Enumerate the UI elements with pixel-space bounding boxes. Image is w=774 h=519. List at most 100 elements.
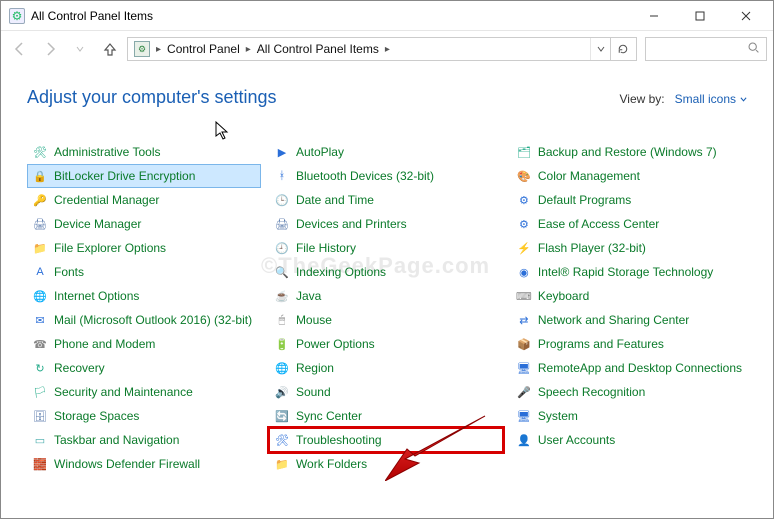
item-date-and-time[interactable]: 🕒Date and Time: [269, 188, 503, 212]
item-flash-player[interactable]: ⚡Flash Player (32-bit): [511, 236, 747, 260]
item-file-history[interactable]: 🕘File History: [269, 236, 503, 260]
item-power-options[interactable]: 🔋Power Options: [269, 332, 503, 356]
item-fonts[interactable]: AFonts: [27, 260, 261, 284]
item-speech-recognition[interactable]: 🎤Speech Recognition: [511, 380, 747, 404]
item-phone-and-modem[interactable]: ☎Phone and Modem: [27, 332, 261, 356]
remoteapp-icon: 🖥: [516, 360, 532, 376]
viewby-label: View by:: [619, 92, 664, 106]
item-recovery[interactable]: ↻Recovery: [27, 356, 261, 380]
item-bluetooth-devices[interactable]: ᚼ Bluetooth Devices (32-bit): [269, 164, 503, 188]
chevron-right-icon[interactable]: ▸: [154, 44, 163, 55]
internet-options-icon: 🌐: [32, 288, 48, 304]
item-label: Fonts: [54, 265, 84, 279]
flash-player-icon: ⚡: [516, 240, 532, 256]
storage-spaces-icon: 🗄: [32, 408, 48, 424]
phone-and-modem-icon: ☎: [32, 336, 48, 352]
search-input[interactable]: [645, 37, 767, 61]
item-label: Intel® Rapid Storage Technology: [538, 265, 713, 279]
item-internet-options[interactable]: 🌐 Internet Options: [27, 284, 261, 308]
breadcrumb-root[interactable]: Control Panel: [163, 38, 244, 60]
chevron-down-icon: [740, 96, 747, 103]
chevron-right-icon[interactable]: ▸: [244, 44, 253, 55]
item-sound[interactable]: 🔊Sound: [269, 380, 503, 404]
nav-recent-button[interactable]: [67, 36, 93, 62]
item-mouse[interactable]: 🖱 Mouse: [269, 308, 503, 332]
item-bitlocker-drive-encryption[interactable]: 🔒BitLocker Drive Encryption: [27, 164, 261, 188]
mail-icon: ✉: [32, 312, 48, 328]
item-device-manager[interactable]: 🖨Device Manager: [27, 212, 261, 236]
item-region[interactable]: 🌐Region: [269, 356, 503, 380]
bluetooth-devices-icon: ᚼ: [274, 168, 290, 184]
item-administrative-tools[interactable]: 🛠Administrative Tools: [27, 140, 261, 164]
item-label: Network and Sharing Center: [538, 313, 689, 327]
control-panel-addr-icon: ⚙: [134, 41, 150, 57]
items-column: ▶AutoPlay ᚼ Bluetooth Devices (32-bit) 🕒Dat…: [269, 140, 503, 476]
item-label: Administrative Tools: [54, 145, 161, 159]
item-default-programs[interactable]: ⚙ Default Programs: [511, 188, 747, 212]
item-sync-center[interactable]: 🔄Sync Center: [269, 404, 503, 428]
item-devices-and-printers[interactable]: 🖨Devices and Printers: [269, 212, 503, 236]
item-label: Keyboard: [538, 289, 589, 303]
item-credential-manager[interactable]: 🔑Credential Manager: [27, 188, 261, 212]
nav-up-button[interactable]: [97, 36, 123, 62]
chevron-right-icon[interactable]: ▸: [383, 44, 392, 55]
item-system[interactable]: 🖥System: [511, 404, 747, 428]
items-grid: 🛠Administrative Tools🔒BitLocker Drive En…: [27, 140, 747, 476]
address-bar[interactable]: ⚙ ▸ Control Panel ▸ All Control Panel It…: [127, 37, 637, 61]
item-intel-rapid-storage[interactable]: ◉Intel® Rapid Storage Technology: [511, 260, 747, 284]
item-mail[interactable]: ✉Mail (Microsoft Outlook 2016) (32-bit): [27, 308, 261, 332]
item-storage-spaces[interactable]: 🗄 Storage Spaces: [27, 404, 261, 428]
search-icon: [747, 41, 760, 57]
nav-forward-button[interactable]: [37, 36, 63, 62]
item-remoteapp[interactable]: 🖥RemoteApp and Desktop Connections: [511, 356, 747, 380]
viewby-dropdown[interactable]: Small icons: [675, 92, 747, 106]
nav-back-button[interactable]: [7, 36, 33, 62]
item-label: Devices and Printers: [296, 217, 407, 231]
item-java[interactable]: ☕Java: [269, 284, 503, 308]
item-backup-and-restore[interactable]: 🗂 Backup and Restore (Windows 7): [511, 140, 747, 164]
item-security-and-maintenance[interactable]: 🏳Security and Maintenance: [27, 380, 261, 404]
recovery-icon: ↻: [32, 360, 48, 376]
item-keyboard[interactable]: ⌨Keyboard: [511, 284, 747, 308]
item-taskbar-and-navigation[interactable]: ▭Taskbar and Navigation: [27, 428, 261, 452]
item-label: AutoPlay: [296, 145, 344, 159]
item-label: Internet Options: [54, 289, 139, 303]
item-label: Default Programs: [538, 193, 631, 207]
item-autoplay[interactable]: ▶AutoPlay: [269, 140, 503, 164]
date-and-time-icon: 🕒: [274, 192, 290, 208]
device-manager-icon: 🖨: [32, 216, 48, 232]
troubleshooting-icon: 🛠: [274, 432, 290, 448]
item-user-accounts[interactable]: 👤User Accounts: [511, 428, 747, 452]
mouse-icon: 🖱: [274, 312, 290, 328]
item-label: Color Management: [538, 169, 640, 183]
taskbar-and-navigation-icon: ▭: [32, 432, 48, 448]
refresh-button[interactable]: [610, 38, 634, 60]
breadcrumb-current[interactable]: All Control Panel Items: [253, 38, 383, 60]
item-file-explorer-options[interactable]: 📁File Explorer Options: [27, 236, 261, 260]
item-troubleshooting[interactable]: 🛠Troubleshooting: [269, 428, 503, 452]
file-explorer-options-icon: 📁: [32, 240, 48, 256]
item-work-folders[interactable]: 📁Work Folders: [269, 452, 503, 476]
item-indexing-options[interactable]: 🔍Indexing Options: [269, 260, 503, 284]
item-ease-of-access-center[interactable]: ⚙Ease of Access Center: [511, 212, 747, 236]
default-programs-icon: ⚙: [516, 192, 532, 208]
item-label: Storage Spaces: [54, 409, 139, 423]
item-label: Credential Manager: [54, 193, 159, 207]
address-dropdown-button[interactable]: [590, 38, 610, 60]
page-heading: Adjust your computer's settings: [27, 87, 277, 108]
maximize-button[interactable]: [677, 1, 723, 31]
indexing-options-icon: 🔍: [274, 264, 290, 280]
item-label: Bluetooth Devices (32-bit): [296, 169, 434, 183]
item-programs-and-features[interactable]: 📦Programs and Features: [511, 332, 747, 356]
close-button[interactable]: [723, 1, 769, 31]
item-label: Java: [296, 289, 321, 303]
network-and-sharing-center-icon: ⇄: [516, 312, 532, 328]
backup-and-restore-icon: 🗂: [516, 144, 532, 160]
sound-icon: 🔊: [274, 384, 290, 400]
item-network-and-sharing-center[interactable]: ⇄ Network and Sharing Center: [511, 308, 747, 332]
item-windows-defender-firewall[interactable]: 🧱Windows Defender Firewall: [27, 452, 261, 476]
minimize-button[interactable]: [631, 1, 677, 31]
item-label: Backup and Restore (Windows 7): [538, 145, 717, 159]
item-color-management[interactable]: 🎨Color Management: [511, 164, 747, 188]
item-label: Mouse: [296, 313, 332, 327]
